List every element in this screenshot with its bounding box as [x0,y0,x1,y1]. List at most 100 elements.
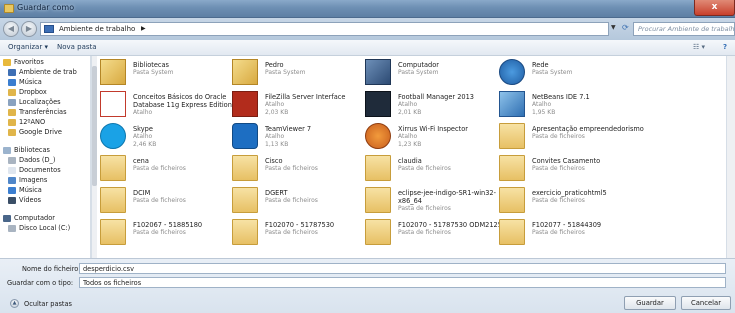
item-type: Pasta de ficheiros [398,165,451,172]
list-item[interactable]: Xirrus Wi-Fi Inspector Atalho 1,23 KB [365,122,515,155]
item-type: Atalho [133,133,153,140]
list-item[interactable]: eclipse-jee-indigo-SR1-win32-x86_64 Pasta… [365,186,515,219]
title-bar: Guardar como x [0,0,735,18]
nav-scroll-thumb[interactable] [92,66,97,186]
back-arrow-icon[interactable]: ◀ [3,21,19,37]
organize-button[interactable]: Organizar ▾ [8,43,48,51]
list-item[interactable]: DGERT Pasta de ficheiros [232,186,382,219]
folder-icon [232,155,258,181]
hide-folders-button[interactable]: Ocultar pastas [24,300,72,308]
list-item[interactable]: NetBeans IDE 7.1 Atalho 1,95 KB [499,90,649,123]
filename-label: Nome do ficheiro: [22,265,81,273]
item-type: Pasta de ficheiros [265,165,318,172]
skype-icon [100,123,126,149]
file-type-label: Guardar com o tipo: [7,279,74,287]
downloads-icon [8,109,16,116]
folder-icon [499,219,525,245]
list-item[interactable]: Cisco Pasta de ficheiros [232,154,382,187]
list-item[interactable]: Convites Casamento Pasta de ficheiros [499,154,649,187]
refresh-icon[interactable]: ⟳ [622,23,629,32]
sidebar-item-label: Favoritos [14,58,44,66]
item-type: Pasta de ficheiros [532,133,585,140]
images-icon [8,177,16,184]
content-scrollbar[interactable] [726,56,735,258]
list-item[interactable]: TeamViewer 7 Atalho 1,13 KB [232,122,382,155]
list-item[interactable]: FileZilla Server Interface Atalho 2,03 KB [232,90,382,123]
file-type-select[interactable]: Todos os ficheiros [79,277,726,288]
sidebar-item-label: Dados (D_) [19,156,56,164]
sidebar-item-label: Dropbox [19,88,47,96]
organize-label: Organizar [8,43,43,51]
item-type: Pasta de ficheiros [133,165,186,172]
filezilla-icon [232,91,258,117]
google-drive-icon [8,129,16,136]
computer-icon [3,215,11,222]
address-path[interactable]: Ambiente de trabalho [59,25,135,33]
nav-scrollbar[interactable] [91,56,97,258]
forward-arrow-icon[interactable]: ▶ [21,21,37,37]
address-bar[interactable]: Ambiente de trabalho ▶ [40,22,609,36]
item-type: Pasta de ficheiros [398,229,451,236]
xirrus-icon [365,123,391,149]
help-icon[interactable]: ? [723,43,727,51]
desktop-icon [8,69,16,76]
list-item[interactable]: exercicio_praticohtml5 Pasta de ficheiros [499,186,649,219]
breadcrumb-arrow-icon[interactable]: ▶ [141,25,146,32]
list-item[interactable]: Pedro Pasta System [232,58,382,91]
list-item[interactable]: Computador Pasta System [365,58,515,91]
close-button[interactable]: x [694,0,735,16]
sidebar-item-label: Música [19,78,42,86]
list-item[interactable]: claudia Pasta de ficheiros [365,154,515,187]
teamviewer-icon [232,123,258,149]
search-input[interactable]: Procurar Ambiente de trabalho [633,22,735,36]
item-name: exercicio_praticohtml5 [532,189,607,197]
save-button[interactable]: Guardar [624,296,676,310]
list-item[interactable]: Apresentação empreendedorismo Pasta de fi… [499,122,649,155]
dropbox-icon [8,89,16,96]
list-item[interactable]: F102077 - 51844309 Pasta de ficheiros [499,218,649,251]
list-item[interactable]: F102070 - 51787530 ODM2125 Pasta de fiche… [365,218,515,251]
sidebar-item-label: Vídeos [19,196,42,204]
sidebar-item-label: Disco Local (C:) [19,224,71,232]
item-type: Atalho [265,133,285,140]
music-icon [8,79,16,86]
folder-icon [365,155,391,181]
desktop-icon [44,25,54,33]
item-type: Pasta System [265,69,306,76]
list-item[interactable]: F102070 - 51787530 Pasta de ficheiros [232,218,382,251]
chevron-up-icon[interactable]: ▲ [10,299,19,308]
folder-icon [365,187,391,213]
item-type: Pasta de ficheiros [133,197,186,204]
music-icon [8,187,16,194]
sidebar-item-label: Ambiente de trab [19,68,77,76]
item-type: Pasta de ficheiros [532,229,585,236]
list-item[interactable]: Bibliotecas Pasta System [100,58,250,91]
item-type: Atalho [265,101,285,108]
item-size: 1,95 KB [532,109,556,116]
list-item[interactable]: F102067 - 51885180 Pasta de ficheiros [100,218,250,251]
item-type: Atalho [532,101,552,108]
view-options-icon[interactable]: ☷ ▾ [693,43,705,51]
sidebar-item-label: Transferências [19,108,67,116]
item-type: Atalho [133,109,153,116]
item-type: Pasta de ficheiros [265,229,318,236]
list-item[interactable]: Conceitos Básicos do Oracle Database 11g… [100,90,250,123]
filename-input[interactable]: desperdicio.csv [79,263,726,274]
chevron-down-icon[interactable]: ▼ [611,24,616,31]
file-list: Bibliotecas Pasta System Pedro Pasta System… [98,56,726,258]
list-item[interactable]: DCIM Pasta de ficheiros [100,186,250,219]
folder-icon [365,219,391,245]
window-title: Guardar como [17,3,75,12]
list-item[interactable]: cena Pasta de ficheiros [100,154,250,187]
navigation-pane: Favoritos Ambiente de trab Música Dropbox Lo… [0,56,91,258]
list-item[interactable]: Rede Pasta System [499,58,649,91]
item-type: Pasta de ficheiros [265,197,318,204]
item-size: 2,46 KB [133,141,157,148]
folder-icon [8,119,16,126]
item-type: Atalho [398,133,418,140]
cancel-button[interactable]: Cancelar [681,296,731,310]
list-item[interactable]: Skype Atalho 2,46 KB [100,122,250,155]
new-folder-button[interactable]: Nova pasta [57,43,97,51]
save-options-panel: Nome do ficheiro: desperdicio.csv Guarda… [0,258,735,313]
list-item[interactable]: Football Manager 2013 Atalho 2,01 KB [365,90,515,123]
